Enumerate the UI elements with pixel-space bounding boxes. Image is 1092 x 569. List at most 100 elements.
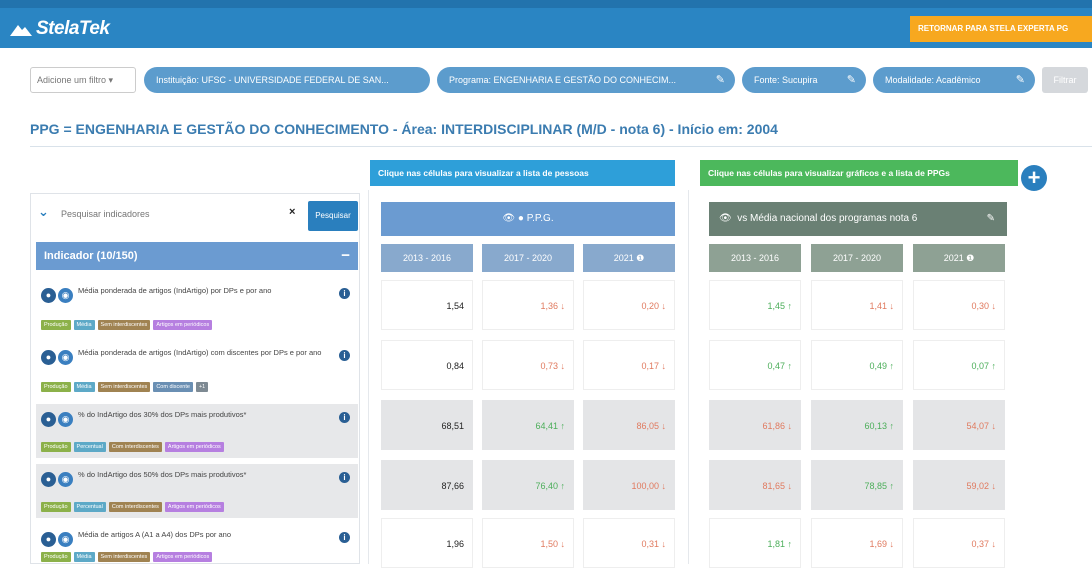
info-icon[interactable]: i [339,350,350,361]
eye-icon[interactable]: 👁 [502,213,515,224]
indicator-panel: ⌄ × Pesquisar Indicador (10/150) − ●◉Méd… [30,193,360,564]
add-filter-select[interactable]: Adicione um filtro ▾ [30,67,136,93]
national-cell[interactable]: 60,13 ↑ [811,400,903,450]
national-cell[interactable]: 78,85 ↑ [811,460,903,510]
indicator-header[interactable]: Indicador (10/150) − [36,242,358,270]
filter-pill-institution[interactable]: Instituição: UFSC - UNIVERSIDADE FEDERAL… [144,67,430,93]
national-cell[interactable]: 81,65 ↓ [709,460,801,510]
tag-badge: Percentual [73,502,106,512]
national-cell[interactable]: 1,45 ↑ [709,280,801,330]
chart-icon[interactable]: ◉ [58,472,73,487]
person-icon[interactable]: ● [41,532,56,547]
ppg-cell[interactable]: 1,36 ↓ [482,280,574,330]
column-header-label: 2013 - 2016 [402,253,452,263]
ppg-cell[interactable]: 0,20 ↓ [583,280,675,330]
filter-pill-label: Modalidade: Acadêmico [885,75,981,85]
ppg-cell[interactable]: 100,00 ↓ [583,460,675,510]
minus-icon[interactable]: − [341,242,350,270]
ppg-cell[interactable]: 76,40 ↑ [482,460,574,510]
national-cell[interactable]: 1,81 ↑ [709,518,801,568]
ppg-cell[interactable]: 68,51 [381,400,473,450]
pencil-icon[interactable]: ✎ [847,67,856,93]
indicator-item[interactable]: ● ◉ Média de artigos A (A1 a A4) dos DPs p… [36,524,358,568]
eye-icon[interactable]: 👁 [719,213,732,224]
ppg-cell[interactable]: 1,96 [381,518,473,568]
national-cell[interactable]: 0,07 ↑ [913,340,1005,390]
ppg-cell[interactable]: 87,66 [381,460,473,510]
ppg-column-header[interactable]: 2021 ❶ [583,244,675,272]
search-input[interactable] [57,202,297,226]
person-icon[interactable]: ● [41,350,56,365]
ppg-column-header[interactable]: 2013 - 2016 [381,244,473,272]
pencil-icon[interactable]: ✎ [1016,67,1025,93]
info-icon[interactable]: ❶ [964,253,974,263]
national-column-header[interactable]: 2017 - 2020 [811,244,903,272]
national-column-header[interactable]: 2021 ❶ [913,244,1005,272]
filter-pill-source[interactable]: Fonte: Sucupira ✎ [742,67,866,93]
info-icon[interactable]: i [339,288,350,299]
add-filter-label: Adicione um filtro [37,75,107,85]
info-icon[interactable]: ❶ [634,253,644,263]
filter-pill-program[interactable]: Programa: ENGENHARIA E GESTÃO DO CONHECI… [437,67,735,93]
search-button[interactable]: Pesquisar [308,201,358,231]
national-column-header[interactable]: 2013 - 2016 [709,244,801,272]
ppg-cell[interactable]: 1,50 ↓ [482,518,574,568]
national-cell[interactable]: 1,69 ↓ [811,518,903,568]
ppg-cell[interactable]: 86,05 ↓ [583,400,675,450]
indicator-tags: Produção Média Sem interdiscentes Artigos e… [41,320,213,330]
column-header-label: 2021 [613,253,634,263]
logo[interactable]: StelaTek [10,18,110,40]
tag-badge: Produção [41,442,71,452]
cell-value: 64,41 [535,421,558,431]
chart-icon[interactable]: ◉ [58,412,73,427]
ppg-cell[interactable]: 64,41 ↑ [482,400,574,450]
indicator-item[interactable]: ● ◉ Média ponderada de artigos (IndArtigo)… [36,342,358,398]
mountain-icon [10,25,32,36]
arrow-down-icon: ↓ [658,301,666,311]
indicator-item[interactable]: ● ◉ % do IndArtigo dos 50% dos DPs mais pr… [36,464,358,518]
add-comparison-button[interactable]: + [1021,165,1047,191]
pencil-icon[interactable]: ✎ [987,202,995,236]
person-icon[interactable]: ● [41,472,56,487]
close-icon[interactable]: × [289,206,295,218]
double-chevron-down-icon[interactable]: ⌄ [38,204,49,220]
divider [30,146,1092,147]
filter-pill-modality[interactable]: Modalidade: Acadêmico ✎ [873,67,1035,93]
ppg-cell[interactable]: 0,17 ↓ [583,340,675,390]
chart-icon[interactable]: ◉ [58,288,73,303]
national-cell[interactable]: 0,49 ↑ [811,340,903,390]
ppg-column-header[interactable]: 2017 - 2020 [482,244,574,272]
ppg-cell[interactable]: 0,31 ↓ [583,518,675,568]
tag-badge: Com interdiscentes [108,442,162,452]
filter-pill-label: Programa: ENGENHARIA E GESTÃO DO CONHECI… [449,75,677,85]
chart-icon[interactable]: ◉ [58,532,73,547]
ppg-cell[interactable]: 1,54 [381,280,473,330]
cell-value: 81,65 [762,481,785,491]
filter-button[interactable]: Filtrar [1042,67,1088,93]
tag-badge: Média [73,320,95,330]
info-icon[interactable]: i [339,532,350,543]
tag-badge: Artigos em periódicos [153,552,213,562]
cell-value: 1,54 [446,301,464,311]
indicator-item[interactable]: ● ◉ Média ponderada de artigos (IndArtigo)… [36,280,358,336]
chart-icon[interactable]: ◉ [58,350,73,365]
national-cell[interactable]: 54,07 ↓ [913,400,1005,450]
info-icon[interactable]: i [339,412,350,423]
ppg-cell[interactable]: 0,73 ↓ [482,340,574,390]
info-icon[interactable]: i [339,472,350,483]
national-cell[interactable]: 0,47 ↑ [709,340,801,390]
cell-value: 0,30 [971,301,989,311]
return-button[interactable]: RETORNAR PARA STELA EXPERTA PG [910,16,1092,42]
tag-badge: Sem interdiscentes [97,552,151,562]
national-cell[interactable]: 61,86 ↓ [709,400,801,450]
national-cell[interactable]: 0,37 ↓ [913,518,1005,568]
ppg-cell[interactable]: 0,84 [381,340,473,390]
national-cell[interactable]: 0,30 ↓ [913,280,1005,330]
national-cell[interactable]: 59,02 ↓ [913,460,1005,510]
person-icon[interactable]: ● [41,288,56,303]
logo-text: StelaTek [36,18,110,39]
pencil-icon[interactable]: ✎ [716,67,725,93]
national-cell[interactable]: 1,41 ↓ [811,280,903,330]
indicator-item[interactable]: ● ◉ % do IndArtigo dos 30% dos DPs mais pr… [36,404,358,458]
person-icon[interactable]: ● [41,412,56,427]
